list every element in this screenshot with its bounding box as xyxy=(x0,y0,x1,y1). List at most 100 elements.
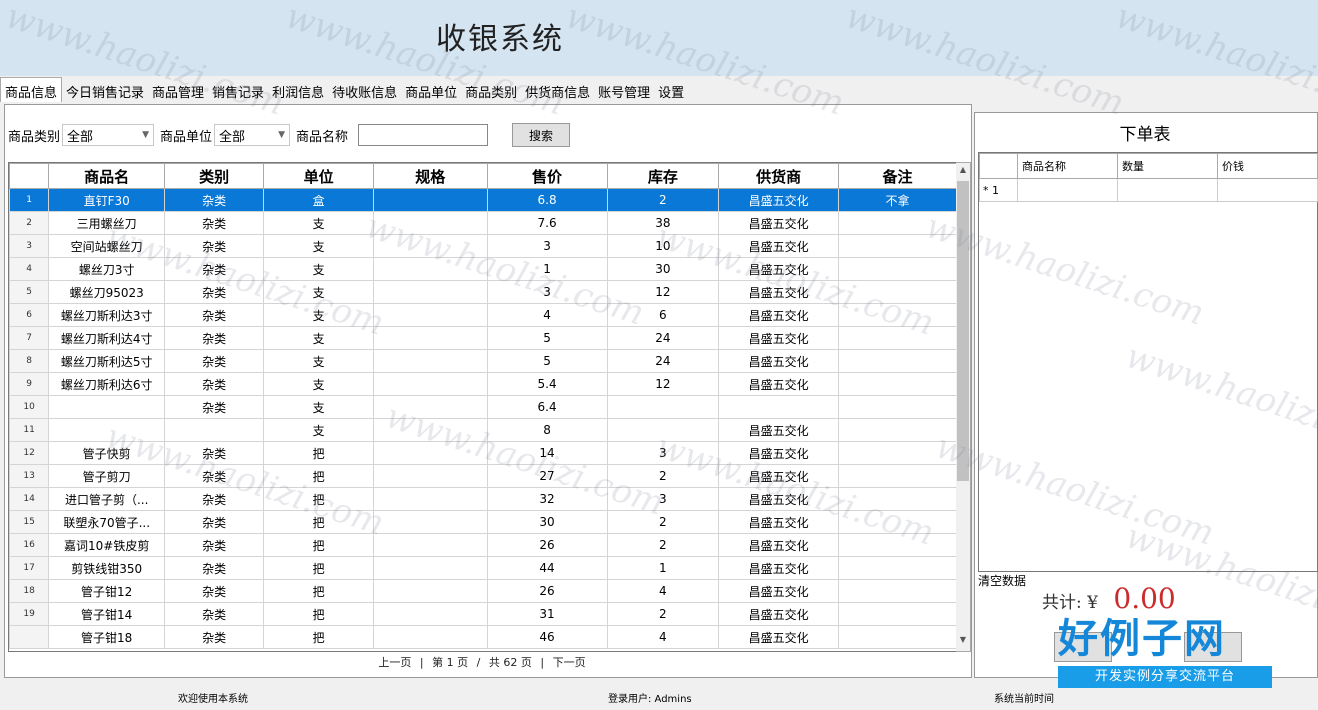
cell-price[interactable]: 6.4 xyxy=(486,395,608,419)
table-row[interactable]: 3 空间站螺丝刀 杂类支 3 10 昌盛五交化 xyxy=(9,234,957,258)
cell-supplier[interactable]: 昌盛五交化 xyxy=(718,487,840,511)
cell-price[interactable]: 26 xyxy=(486,579,608,603)
cell-category[interactable]: 杂类 xyxy=(164,372,265,396)
cell-supplier[interactable]: 昌盛五交化 xyxy=(718,326,840,350)
cell-unit[interactable]: 支 xyxy=(263,349,374,373)
row-header[interactable]: 5 xyxy=(9,280,50,304)
cell-category[interactable]: 杂类 xyxy=(164,487,265,511)
cell-price[interactable]: 30 xyxy=(486,510,608,534)
tab-7[interactable]: 商品类别 xyxy=(461,78,521,102)
row-header[interactable]: 10 xyxy=(9,395,50,419)
table-row[interactable]: 19 管子钳14 杂类把 31 2 昌盛五交化 xyxy=(9,602,957,626)
tab-5[interactable]: 待收账信息 xyxy=(328,78,401,102)
cell-category[interactable]: 杂类 xyxy=(164,602,265,626)
scroll-up-icon[interactable]: ▲ xyxy=(956,165,970,179)
cell-supplier[interactable]: 昌盛五交化 xyxy=(718,579,840,603)
cell-supplier[interactable]: 昌盛五交化 xyxy=(718,464,840,488)
order-cell[interactable] xyxy=(1217,178,1318,202)
cell-price[interactable]: 5 xyxy=(486,326,608,350)
table-row[interactable]: 17 剪铁线钳350 杂类把 44 1 昌盛五交化 xyxy=(9,556,957,580)
cell-unit[interactable]: 把 xyxy=(263,579,374,603)
row-header[interactable]: 3 xyxy=(9,234,50,258)
grid-scrollbar[interactable]: ▲ ▼ xyxy=(956,162,971,652)
cell-unit[interactable]: 把 xyxy=(263,487,374,511)
cell-name[interactable]: 螺丝刀斯利达6寸 xyxy=(48,372,166,396)
column-header-supplier[interactable]: 供货商 xyxy=(718,163,840,189)
cell-supplier[interactable]: 昌盛五交化 xyxy=(718,372,840,396)
cell-stock[interactable]: 12 xyxy=(606,280,720,304)
table-row[interactable]: 7 螺丝刀斯利达4寸 杂类支 5 24 昌盛五交化 xyxy=(9,326,957,350)
cell-name[interactable]: 螺丝刀斯利达5寸 xyxy=(48,349,166,373)
cell-category[interactable]: 杂类 xyxy=(164,510,265,534)
cell-name[interactable]: 螺丝刀斯利达4寸 xyxy=(48,326,166,350)
cell-supplier[interactable]: 昌盛五交化 xyxy=(718,349,840,373)
cell-note[interactable] xyxy=(838,533,957,557)
next-page-link[interactable]: 下一页 xyxy=(553,656,586,669)
cell-price[interactable]: 44 xyxy=(486,556,608,580)
table-row[interactable]: 14 进口管子剪（... 杂类把 32 3 昌盛五交化 xyxy=(9,487,957,511)
cell-unit[interactable]: 支 xyxy=(263,211,374,235)
table-row[interactable]: 12 管子快剪 杂类把 14 3 昌盛五交化 xyxy=(9,441,957,465)
cell-note[interactable] xyxy=(838,625,957,649)
cell-supplier[interactable]: 昌盛五交化 xyxy=(718,188,840,212)
cell-spec[interactable] xyxy=(372,510,488,534)
tab-8[interactable]: 供货商信息 xyxy=(521,78,594,102)
cell-name[interactable] xyxy=(48,418,166,442)
cell-name[interactable]: 螺丝刀95023 xyxy=(48,280,166,304)
cell-note[interactable]: 不拿 xyxy=(838,188,957,212)
cell-supplier[interactable] xyxy=(718,395,840,419)
cell-note[interactable] xyxy=(838,395,957,419)
cell-spec[interactable] xyxy=(372,533,488,557)
cell-name[interactable]: 空间站螺丝刀 xyxy=(48,234,166,258)
row-header[interactable] xyxy=(9,625,50,649)
cell-spec[interactable] xyxy=(372,418,488,442)
cell-stock[interactable]: 2 xyxy=(606,464,720,488)
row-header[interactable]: 18 xyxy=(9,579,50,603)
cell-stock[interactable]: 12 xyxy=(606,372,720,396)
cell-category[interactable]: 杂类 xyxy=(164,234,265,258)
cell-stock[interactable]: 30 xyxy=(606,257,720,281)
tab-6[interactable]: 商品单位 xyxy=(401,78,461,102)
order-new-row[interactable]: * 1 xyxy=(979,178,1318,202)
cell-unit[interactable]: 支 xyxy=(263,257,374,281)
cell-name[interactable]: 嘉词10#铁皮剪 xyxy=(48,533,166,557)
cell-supplier[interactable]: 昌盛五交化 xyxy=(718,533,840,557)
product-grid[interactable]: 商品名 类别 单位 规格 售价 库存 供货商 备注 1 直钉F30 杂类盒 6.8 2 昌… xyxy=(8,162,958,652)
cell-name[interactable]: 进口管子剪（... xyxy=(48,487,166,511)
cell-unit[interactable]: 支 xyxy=(263,395,374,419)
cell-category[interactable]: 杂类 xyxy=(164,625,265,649)
cell-supplier[interactable]: 昌盛五交化 xyxy=(718,234,840,258)
cell-note[interactable] xyxy=(838,579,957,603)
cell-unit[interactable]: 把 xyxy=(263,464,374,488)
cell-unit[interactable]: 把 xyxy=(263,510,374,534)
cell-price[interactable]: 7.6 xyxy=(486,211,608,235)
cell-spec[interactable] xyxy=(372,372,488,396)
cell-name[interactable]: 剪铁线钳350 xyxy=(48,556,166,580)
cell-unit[interactable]: 把 xyxy=(263,556,374,580)
table-row[interactable]: 9 螺丝刀斯利达6寸 杂类支 5.4 12 昌盛五交化 xyxy=(9,372,957,396)
cell-price[interactable]: 5 xyxy=(486,349,608,373)
cell-stock[interactable] xyxy=(606,418,720,442)
column-header-name[interactable]: 商品名 xyxy=(48,163,166,189)
cell-supplier[interactable]: 昌盛五交化 xyxy=(718,303,840,327)
cell-stock[interactable]: 2 xyxy=(606,188,720,212)
cell-price[interactable]: 3 xyxy=(486,280,608,304)
cell-category[interactable]: 杂类 xyxy=(164,441,265,465)
cell-unit[interactable]: 支 xyxy=(263,280,374,304)
cell-category[interactable]: 杂类 xyxy=(164,326,265,350)
unit-select[interactable]: 全部 ▼ xyxy=(214,124,291,146)
cell-name[interactable]: 螺丝刀3寸 xyxy=(48,257,166,281)
cell-spec[interactable] xyxy=(372,395,488,419)
order-cell[interactable] xyxy=(1117,178,1218,202)
cell-category[interactable]: 杂类 xyxy=(164,533,265,557)
cell-note[interactable] xyxy=(838,211,957,235)
cell-supplier[interactable]: 昌盛五交化 xyxy=(718,257,840,281)
cell-supplier[interactable]: 昌盛五交化 xyxy=(718,510,840,534)
column-header-note[interactable]: 备注 xyxy=(838,163,957,189)
cell-supplier[interactable]: 昌盛五交化 xyxy=(718,556,840,580)
row-header[interactable]: 12 xyxy=(9,441,50,465)
row-header[interactable]: 7 xyxy=(9,326,50,350)
cell-stock[interactable]: 3 xyxy=(606,441,720,465)
cell-price[interactable]: 4 xyxy=(486,303,608,327)
cell-supplier[interactable]: 昌盛五交化 xyxy=(718,211,840,235)
